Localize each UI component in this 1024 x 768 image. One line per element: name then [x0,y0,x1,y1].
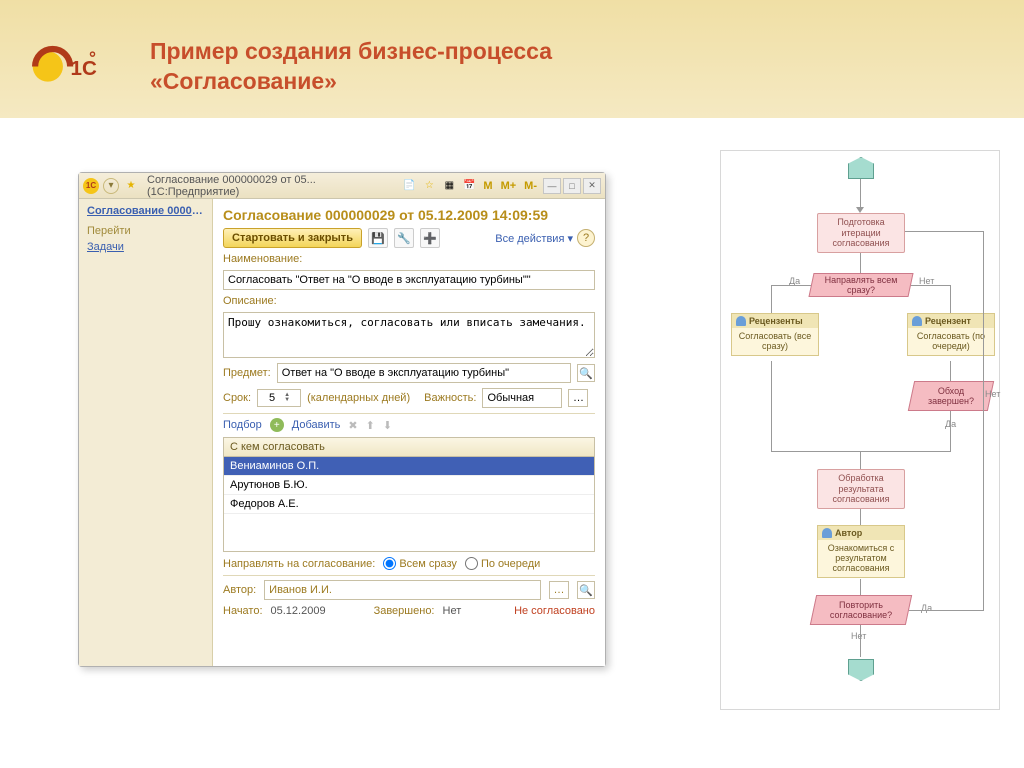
finished-value: Нет [443,605,462,617]
help-icon[interactable]: ? [577,229,595,247]
svg-text:1C: 1C [71,57,97,80]
app-icon: 1C [83,178,99,194]
main-pane: Согласование 000000029 от 05.12.2009 14:… [213,199,605,666]
label-deadline: Срок: [223,392,251,404]
minimize-button[interactable]: — [543,178,561,194]
all-actions-menu[interactable]: Все действия ▾ [495,232,573,245]
deadline-stepper[interactable]: ▲▼ [257,389,301,407]
maximize-button[interactable]: □ [563,178,581,194]
toolbar-icon[interactable]: 📄 [401,178,417,194]
mem-m[interactable]: M [481,180,494,192]
move-up-icon: ⬆ [366,419,375,432]
name-input[interactable] [223,270,595,290]
flow-start [848,157,874,179]
label-name: Наименование: [223,253,595,265]
spin-down-icon[interactable]: ▼ [284,398,290,403]
priority-select-icon[interactable]: … [568,389,588,407]
grid-row[interactable]: Арутюнов Б.Ю. [224,476,594,495]
close-button[interactable]: ✕ [583,178,601,194]
subject-lookup-icon[interactable]: 🔍 [577,364,595,382]
label-started: Начато: [223,605,263,617]
flow-task-reviewers: Рецензенты Согласовать (все сразу) [731,313,819,356]
flow-decision-repeat: Повторить согласование? [810,595,912,625]
add-row-icon[interactable]: + [270,418,284,432]
user-icon [912,316,922,326]
move-down-icon: ⬇ [383,419,392,432]
description-input[interactable] [223,312,595,358]
label-subject: Предмет: [223,367,271,379]
form-title: Согласование 000000029 от 05.12.2009 14:… [223,207,595,223]
radio-all[interactable]: Всем сразу [383,557,457,570]
flow-label-no2: Нет [985,389,1000,399]
started-value: 05.12.2009 [271,605,326,617]
start-and-close-button[interactable]: Стартовать и закрыть [223,228,362,248]
flow-task-author: Автор Ознакомиться с результатом согласо… [817,525,905,578]
subject-input[interactable]: Ответ на "О вводе в эксплуатацию турбины… [277,363,571,383]
logo-1c: 1C [30,39,100,94]
author-lookup-icon[interactable]: 🔍 [577,581,595,599]
flow-process-result: Обработка результата согласования [817,469,905,509]
author-input[interactable]: Иванов И.И. [264,580,541,600]
action-icon[interactable]: 🔧 [394,228,414,248]
delete-icon: ✖ [348,419,357,432]
window-title: Согласование 000000029 от 05... (1С:Пред… [143,174,397,198]
label-route: Направлять на согласование: [223,558,375,570]
nav-pane: Согласование 000000... Перейти Задачи [79,199,213,666]
pick-link[interactable]: Подбор [223,419,262,431]
flow-decision-all: Направлять всем сразу? [808,273,913,297]
flow-prepare: Подготовка итерации согласования [817,213,905,253]
calc-icon[interactable]: ▦ [441,178,457,194]
add-link[interactable]: Добавить [292,419,341,431]
label-finished: Завершено: [374,605,435,617]
user-icon [736,316,746,326]
favorite-icon[interactable]: ★ [123,178,139,194]
deadline-value[interactable] [260,392,284,404]
add-icon[interactable]: ➕ [420,228,440,248]
label-author: Автор: [223,584,256,596]
author-select-icon[interactable]: … [549,581,569,599]
window-titlebar: 1C ▾ ★ Согласование 000000029 от 05... (… [79,173,605,199]
approval-status: Не согласовано [514,605,595,617]
user-icon [822,528,832,538]
flow-label-yes3: Да [921,603,932,613]
label-priority: Важность: [424,392,476,404]
save-icon[interactable]: 💾 [368,228,388,248]
grid-row[interactable]: Вениаминов О.П. [224,457,594,476]
priority-input[interactable]: Обычная [482,388,562,408]
radio-seq[interactable]: По очереди [465,557,540,570]
flow-label-no3: Нет [851,631,866,641]
nav-section-goto: Перейти [87,225,204,237]
back-icon[interactable]: ▾ [103,178,119,194]
flow-task-reviewer: Рецензент Согласовать (по очереди) [907,313,995,356]
calendar-icon[interactable]: 📅 [461,178,477,194]
flow-end [848,659,874,681]
approvers-grid[interactable]: С кем согласовать Вениаминов О.П. Арутюн… [223,437,595,552]
nav-link-tasks[interactable]: Задачи [87,241,204,253]
mem-mplus[interactable]: M+ [499,180,519,192]
flowchart: Подготовка итерации согласования Направл… [720,150,1000,710]
app-window: 1C ▾ ★ Согласование 000000029 от 05... (… [78,172,606,667]
star2-icon[interactable]: ☆ [421,178,437,194]
grid-header: С кем согласовать [224,438,594,457]
deadline-unit: (календарных дней) [307,392,410,404]
flow-decision-done: Обход завершен? [908,381,994,411]
nav-current[interactable]: Согласование 000000... [87,205,204,217]
slide-title: Пример создания бизнес-процесса «Согласо… [150,37,552,97]
mem-mminus[interactable]: M- [522,180,539,192]
grid-row[interactable]: Федоров А.Е. [224,495,594,514]
label-description: Описание: [223,295,595,307]
